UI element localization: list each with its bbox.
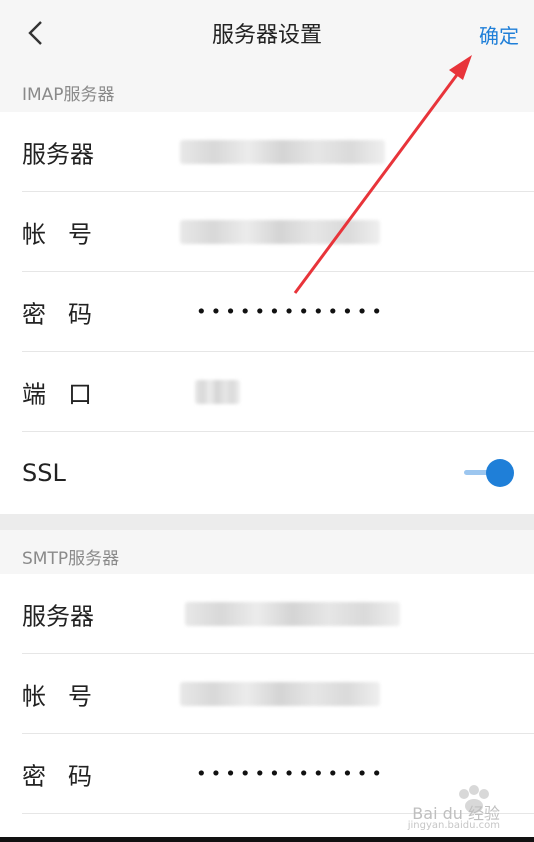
imap-ssl-row: SSL	[0, 432, 534, 514]
imap-password-label: 密码	[22, 300, 114, 329]
back-chevron-icon[interactable]	[22, 18, 52, 48]
imap-port-value-redacted[interactable]	[195, 380, 240, 404]
ssl-toggle-knob	[486, 459, 514, 487]
imap-port-row[interactable]: 端口	[0, 352, 534, 432]
smtp-password-field[interactable]: •••••••••••••	[196, 764, 386, 785]
imap-account-row[interactable]: 帐号	[0, 192, 534, 272]
confirm-button[interactable]: 确定	[479, 20, 519, 49]
smtp-server-row[interactable]: 服务器	[0, 574, 534, 654]
page-title: 服务器设置	[211, 23, 322, 48]
imap-account-value-redacted[interactable]	[180, 220, 380, 244]
ssl-toggle[interactable]	[464, 458, 514, 488]
smtp-account-label: 帐号	[22, 682, 114, 711]
imap-password-field[interactable]: •••••••••••••	[196, 302, 386, 323]
smtp-account-value-redacted[interactable]	[180, 682, 380, 706]
imap-password-row[interactable]: 密码 •••••••••••••	[0, 272, 534, 352]
watermark-url: jingyan.baidu.com	[407, 820, 500, 831]
smtp-server-label: 服务器	[22, 602, 94, 631]
imap-ssl-label: SSL	[22, 459, 66, 487]
smtp-password-label: 密码	[22, 762, 114, 791]
imap-server-label: 服务器	[22, 140, 94, 169]
top-bar: 服务器设置 确定	[0, 0, 534, 66]
imap-server-row[interactable]: 服务器	[0, 112, 534, 192]
imap-account-label: 帐号	[22, 220, 114, 249]
smtp-account-row[interactable]: 帐号	[0, 654, 534, 734]
imap-server-value-redacted[interactable]	[180, 140, 385, 164]
bottom-edge	[0, 837, 534, 842]
smtp-server-value-redacted[interactable]	[185, 602, 400, 626]
imap-section-header: IMAP服务器	[0, 66, 534, 118]
imap-port-label: 端口	[22, 380, 114, 409]
